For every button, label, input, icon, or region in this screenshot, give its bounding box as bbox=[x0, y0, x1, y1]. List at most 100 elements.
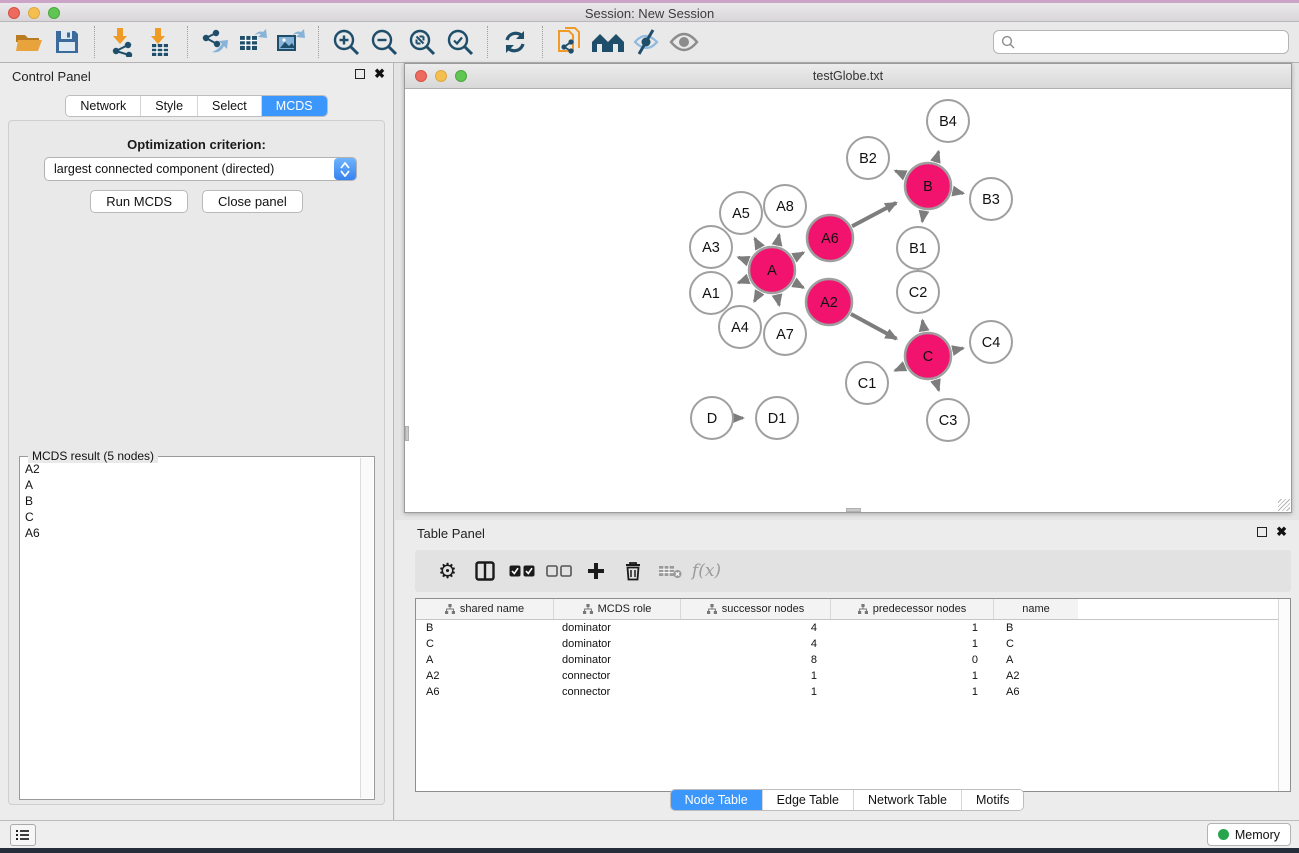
save-session-icon[interactable] bbox=[48, 25, 86, 59]
graph-node-A2[interactable]: A2 bbox=[806, 279, 852, 325]
graph-node-C[interactable]: C bbox=[905, 333, 951, 379]
graph-node-A8[interactable]: A8 bbox=[764, 185, 806, 227]
tab-style[interactable]: Style bbox=[140, 96, 197, 116]
close-panel-button[interactable]: Close panel bbox=[202, 190, 303, 213]
zoom-selected-icon[interactable] bbox=[441, 25, 479, 59]
table-row[interactable]: Adominator80A bbox=[416, 652, 1290, 668]
mcds-result-item[interactable]: A2 bbox=[21, 461, 360, 477]
eye-icon[interactable] bbox=[665, 25, 703, 59]
memory-button[interactable]: Memory bbox=[1207, 823, 1291, 846]
graph-edge-C-C3[interactable] bbox=[935, 380, 938, 390]
graph-edge-B-B4[interactable] bbox=[935, 152, 938, 163]
graph-node-A6[interactable]: A6 bbox=[807, 215, 853, 261]
table-scrollbar[interactable] bbox=[1278, 599, 1290, 791]
graph-node-A7[interactable]: A7 bbox=[764, 313, 806, 355]
optimization-criterion-dropdown[interactable]: largest connected component (directed) bbox=[44, 157, 357, 181]
graph-node-C2[interactable]: C2 bbox=[897, 271, 939, 313]
table-row[interactable]: A6connector11A6 bbox=[416, 684, 1290, 700]
graph-node-B3[interactable]: B3 bbox=[970, 178, 1012, 220]
column-header-MCDS-role[interactable]: MCDS role bbox=[554, 599, 681, 619]
graph-edge-B-B3[interactable] bbox=[952, 191, 963, 193]
graph-edge-C-C4[interactable] bbox=[952, 348, 963, 350]
import-network-icon[interactable] bbox=[103, 25, 141, 59]
graph-node-C3[interactable]: C3 bbox=[927, 399, 969, 441]
delete-table-icon[interactable] bbox=[651, 554, 688, 588]
mcds-result-item[interactable]: C bbox=[21, 509, 360, 525]
graph-node-C4[interactable]: C4 bbox=[970, 321, 1012, 363]
graph-node-A4[interactable]: A4 bbox=[719, 306, 761, 348]
graph-edge-A-A3[interactable] bbox=[738, 257, 748, 261]
close-panel-icon[interactable]: ✖ bbox=[374, 69, 385, 79]
graph-node-B[interactable]: B bbox=[905, 163, 951, 209]
refresh-icon[interactable] bbox=[496, 25, 534, 59]
table-tab-edge-table[interactable]: Edge Table bbox=[762, 790, 853, 810]
graph-node-D1[interactable]: D1 bbox=[756, 397, 798, 439]
column-header-name[interactable]: name bbox=[994, 599, 1078, 619]
graph-node-D[interactable]: D bbox=[691, 397, 733, 439]
float-panel-icon[interactable] bbox=[355, 69, 365, 79]
graph-node-A3[interactable]: A3 bbox=[690, 226, 732, 268]
function-builder-icon[interactable]: f(x) bbox=[688, 554, 725, 588]
mcds-result-item[interactable]: A6 bbox=[21, 525, 360, 541]
graph-edge-A-A6[interactable] bbox=[794, 253, 804, 258]
tab-select[interactable]: Select bbox=[197, 96, 261, 116]
table-float-panel-icon[interactable] bbox=[1257, 527, 1267, 537]
graph-edge-A-A8[interactable] bbox=[777, 235, 779, 246]
column-header-successor-nodes[interactable]: successor nodes bbox=[681, 599, 831, 619]
table-row[interactable]: A2connector11A2 bbox=[416, 668, 1290, 684]
column-header-predecessor-nodes[interactable]: predecessor nodes bbox=[831, 599, 994, 619]
graph-edge-C-C2[interactable] bbox=[922, 320, 924, 331]
export-network-icon[interactable] bbox=[196, 25, 234, 59]
graph-edge-B-B2[interactable] bbox=[895, 171, 905, 176]
graph-node-A5[interactable]: A5 bbox=[720, 192, 762, 234]
graph-edge-B-B1[interactable] bbox=[922, 211, 924, 222]
graph-node-B1[interactable]: B1 bbox=[897, 227, 939, 269]
table-row[interactable]: Bdominator41B bbox=[416, 620, 1290, 636]
mcds-result-item[interactable]: A bbox=[21, 477, 360, 493]
hide-graphics-details-icon[interactable] bbox=[627, 25, 665, 59]
delete-row-icon[interactable] bbox=[614, 554, 651, 588]
graph-edge-A-A5[interactable] bbox=[755, 238, 760, 248]
import-table-icon[interactable] bbox=[141, 25, 179, 59]
table-row[interactable]: Cdominator41C bbox=[416, 636, 1290, 652]
graph-edge-A-A4[interactable] bbox=[754, 292, 759, 302]
graph-node-A1[interactable]: A1 bbox=[690, 272, 732, 314]
columns-icon[interactable] bbox=[466, 554, 503, 588]
graph-edge-A-A7[interactable] bbox=[777, 294, 779, 305]
resize-grip[interactable] bbox=[1278, 499, 1290, 511]
search-field[interactable] bbox=[993, 30, 1289, 54]
deselect-all-icon[interactable] bbox=[540, 554, 577, 588]
select-all-icon[interactable] bbox=[503, 554, 540, 588]
graph-node-C1[interactable]: C1 bbox=[846, 362, 888, 404]
graph-edge-A-A2[interactable] bbox=[794, 282, 804, 287]
graph-node-B4[interactable]: B4 bbox=[927, 100, 969, 142]
open-file-icon[interactable] bbox=[10, 25, 48, 59]
table-tab-network-table[interactable]: Network Table bbox=[853, 790, 961, 810]
gear-icon[interactable]: ⚙ bbox=[429, 554, 466, 588]
search-input[interactable] bbox=[1015, 35, 1281, 49]
tab-mcds[interactable]: MCDS bbox=[261, 96, 327, 116]
result-scrollbar[interactable] bbox=[360, 458, 373, 798]
network-canvas[interactable]: AA1A2A3A4A5A6A7A8BB1B2B3B4CC1C2C3C4DD1 bbox=[405, 89, 1291, 512]
show-all-networks-icon[interactable] bbox=[589, 25, 627, 59]
add-row-icon[interactable] bbox=[577, 554, 614, 588]
zoom-in-icon[interactable] bbox=[327, 25, 365, 59]
graph-edge-A6-B[interactable] bbox=[852, 203, 896, 226]
export-image-icon[interactable] bbox=[272, 25, 310, 59]
table-tab-node-table[interactable]: Node Table bbox=[671, 790, 762, 810]
vertical-scroll-thumb[interactable] bbox=[405, 426, 409, 441]
column-header-shared-name[interactable]: shared name bbox=[416, 599, 554, 619]
horizontal-scroll-thumb[interactable] bbox=[846, 508, 861, 512]
graph-edge-A2-C[interactable] bbox=[851, 314, 896, 339]
task-history-button[interactable] bbox=[10, 824, 36, 846]
zoom-fit-icon[interactable] bbox=[403, 25, 441, 59]
tab-network[interactable]: Network bbox=[66, 96, 140, 116]
graph-edge-C-C1[interactable] bbox=[895, 366, 905, 370]
new-network-from-file-icon[interactable] bbox=[551, 25, 589, 59]
graph-node-A[interactable]: A bbox=[749, 247, 795, 293]
mcds-result-item[interactable]: B bbox=[21, 493, 360, 509]
run-mcds-button[interactable]: Run MCDS bbox=[90, 190, 188, 213]
zoom-out-icon[interactable] bbox=[365, 25, 403, 59]
export-table-icon[interactable] bbox=[234, 25, 272, 59]
table-tab-motifs[interactable]: Motifs bbox=[961, 790, 1023, 810]
